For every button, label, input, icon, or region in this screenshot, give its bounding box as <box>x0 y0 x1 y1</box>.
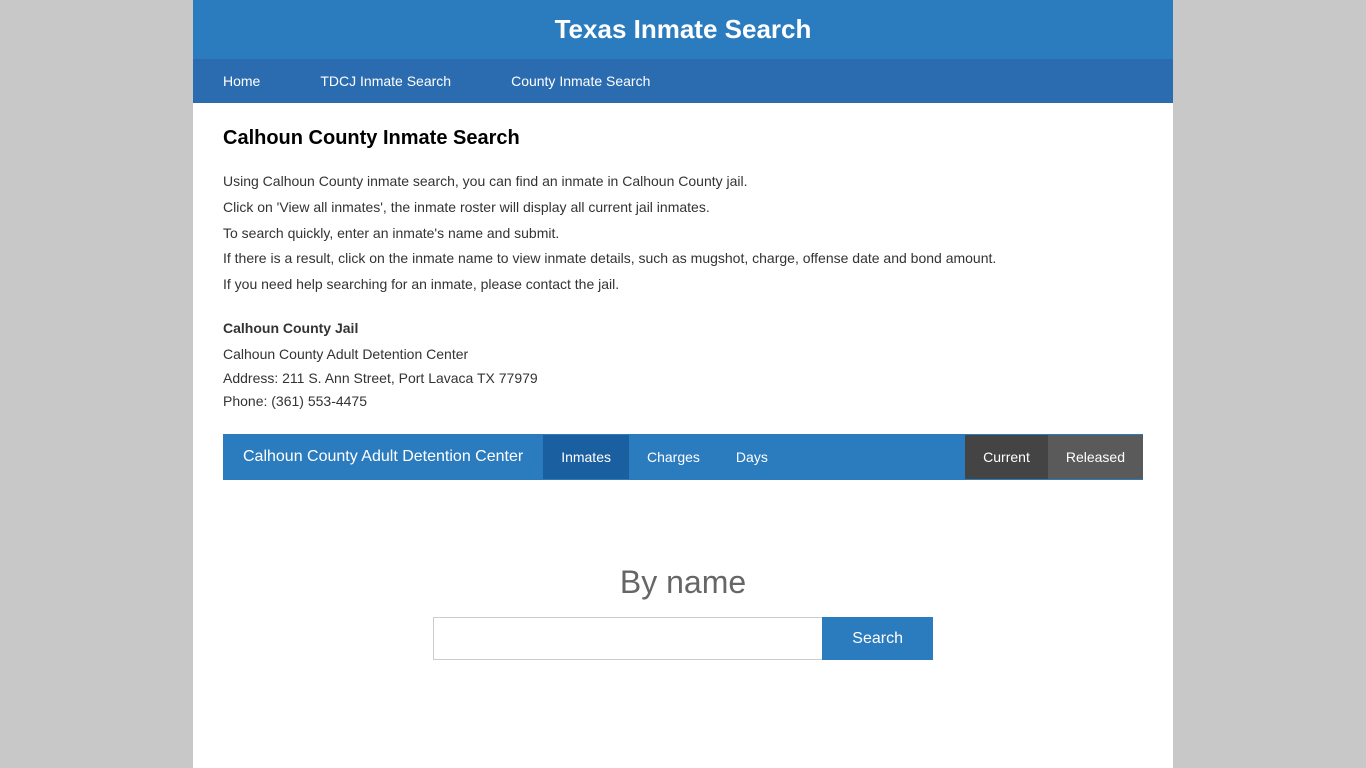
jail-name: Calhoun County Jail <box>223 317 1143 341</box>
page-heading: Calhoun County Inmate Search <box>223 127 1143 150</box>
tab-charges[interactable]: Charges <box>629 435 718 479</box>
nav-home[interactable]: Home <box>193 59 290 103</box>
tab-inmates[interactable]: Inmates <box>543 435 629 479</box>
tab-days[interactable]: Days <box>718 435 786 479</box>
desc-line-3: To search quickly, enter an inmate's nam… <box>223 222 1143 246</box>
nav-tdcj[interactable]: TDCJ Inmate Search <box>290 59 481 103</box>
desc-line-1: Using Calhoun County inmate search, you … <box>223 170 1143 194</box>
search-row: Search <box>433 617 933 660</box>
jail-info: Calhoun County Jail Calhoun County Adult… <box>223 317 1143 414</box>
main-nav: Home TDCJ Inmate Search County Inmate Se… <box>193 59 1173 103</box>
tab-released[interactable]: Released <box>1048 435 1143 479</box>
site-title: Texas Inmate Search <box>555 14 812 44</box>
detention-facility-name: Calhoun County Adult Detention Center <box>223 434 543 480</box>
tab-current[interactable]: Current <box>965 435 1048 479</box>
jail-facility: Calhoun County Adult Detention Center <box>223 343 1143 367</box>
search-button[interactable]: Search <box>822 617 933 660</box>
nav-county[interactable]: County Inmate Search <box>481 59 680 103</box>
by-name-section: By name Search <box>193 544 1173 680</box>
description-block: Using Calhoun County inmate search, you … <box>223 170 1143 297</box>
detention-bar: Calhoun County Adult Detention Center In… <box>223 434 1143 480</box>
main-content: Calhoun County Inmate Search Using Calho… <box>193 103 1173 544</box>
jail-phone: Phone: (361) 553-4475 <box>223 390 1143 414</box>
search-input[interactable] <box>433 617 822 660</box>
jail-address: Address: 211 S. Ann Street, Port Lavaca … <box>223 367 1143 391</box>
by-name-heading: By name <box>223 564 1143 601</box>
desc-line-5: If you need help searching for an inmate… <box>223 273 1143 297</box>
desc-line-4: If there is a result, click on the inmat… <box>223 247 1143 271</box>
site-header: Texas Inmate Search <box>193 0 1173 59</box>
desc-line-2: Click on 'View all inmates', the inmate … <box>223 196 1143 220</box>
